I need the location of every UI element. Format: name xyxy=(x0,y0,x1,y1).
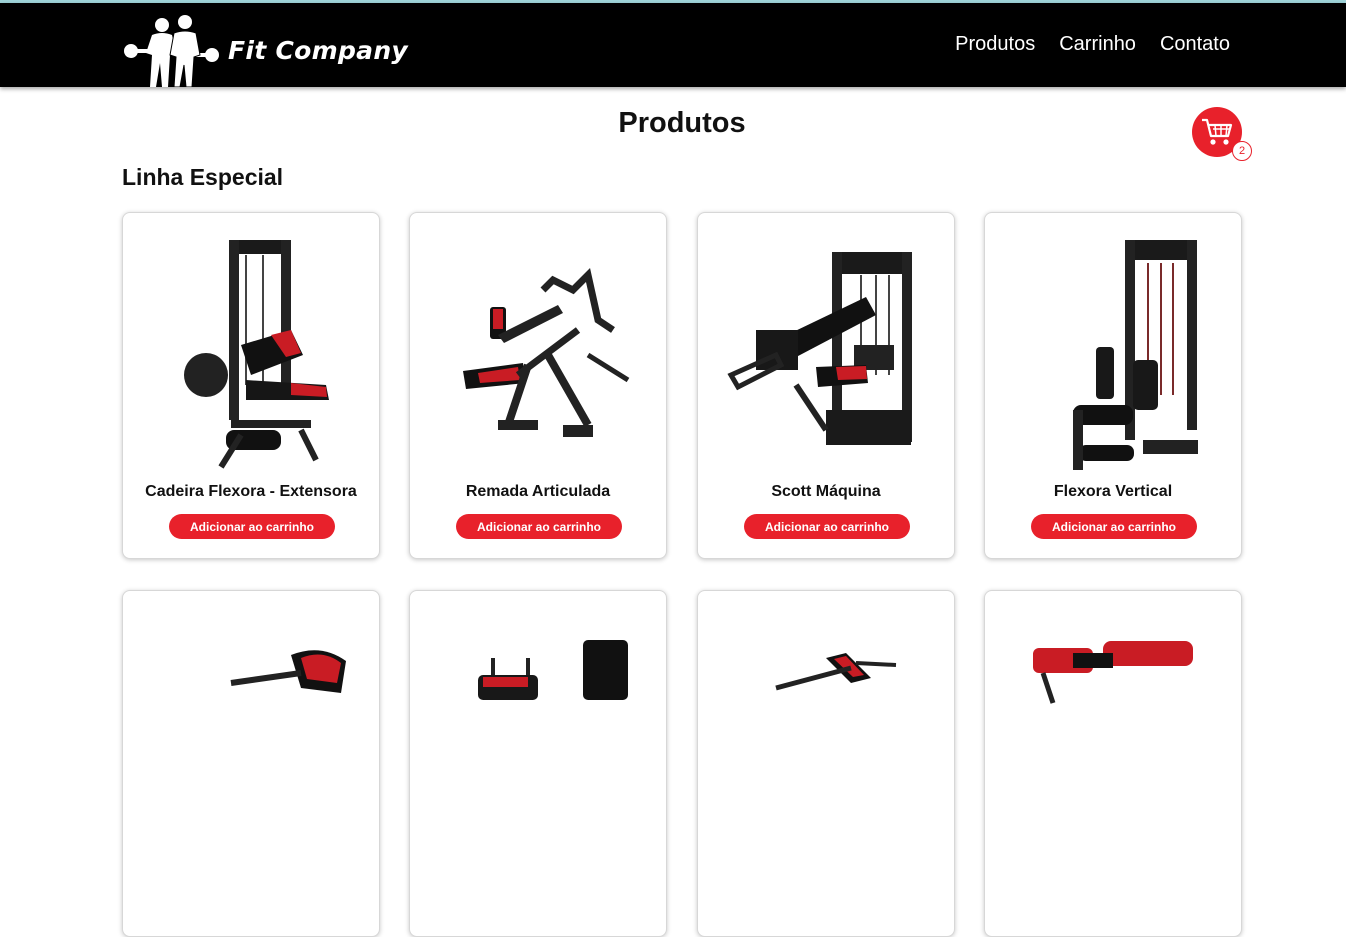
product-card xyxy=(409,590,667,937)
product-image xyxy=(230,650,346,693)
brand-logo[interactable]: Fit Company xyxy=(122,13,408,87)
product-image xyxy=(727,252,912,445)
main-nav: Produtos Carrinho Contato xyxy=(955,33,1230,56)
product-card xyxy=(697,590,955,937)
product-card xyxy=(122,590,380,937)
product-image xyxy=(463,268,630,437)
site-header: Fit Company Produtos Carrinho Contato xyxy=(0,3,1346,87)
add-to-cart-button[interactable]: Adicionar ao carrinho xyxy=(456,514,622,539)
product-name: Scott Máquina xyxy=(771,483,881,500)
fitness-couple-icon xyxy=(124,15,219,87)
brand-name: Fit Company xyxy=(228,35,409,65)
product-name: Flexora Vertical xyxy=(1053,483,1173,500)
section-title: Linha Especial xyxy=(122,164,284,190)
product-card xyxy=(984,590,1242,937)
add-to-cart-button[interactable]: Adicionar ao carrinho xyxy=(744,514,910,539)
cart-count-badge: 2 xyxy=(1232,141,1252,161)
product-image xyxy=(184,240,329,469)
product-card: Flexora Vertical Adicionar ao carrinho xyxy=(984,212,1242,559)
product-image xyxy=(1073,240,1198,470)
nav-contato[interactable]: Contato xyxy=(1160,33,1230,56)
product-image xyxy=(1033,641,1193,704)
product-card: Cadeira Flexora - Extensora Adicionar ao… xyxy=(122,212,380,559)
add-to-cart-button[interactable]: Adicionar ao carrinho xyxy=(1031,514,1197,539)
nav-produtos[interactable]: Produtos xyxy=(955,33,1035,56)
add-to-cart-button[interactable]: Adicionar ao carrinho xyxy=(169,514,335,539)
shopping-cart-icon xyxy=(1202,118,1233,145)
product-name: Cadeira Flexora - Extensora xyxy=(145,483,357,500)
product-card: Remada Articulada Adicionar ao carrinho xyxy=(409,212,667,559)
product-image xyxy=(478,640,628,700)
product-card: Scott Máquina Adicionar ao carrinho xyxy=(697,212,955,559)
nav-carrinho[interactable]: Carrinho xyxy=(1059,33,1136,56)
product-name: Remada Articulada xyxy=(465,483,611,500)
page-title: Produtos xyxy=(618,107,746,139)
product-image xyxy=(775,653,897,691)
